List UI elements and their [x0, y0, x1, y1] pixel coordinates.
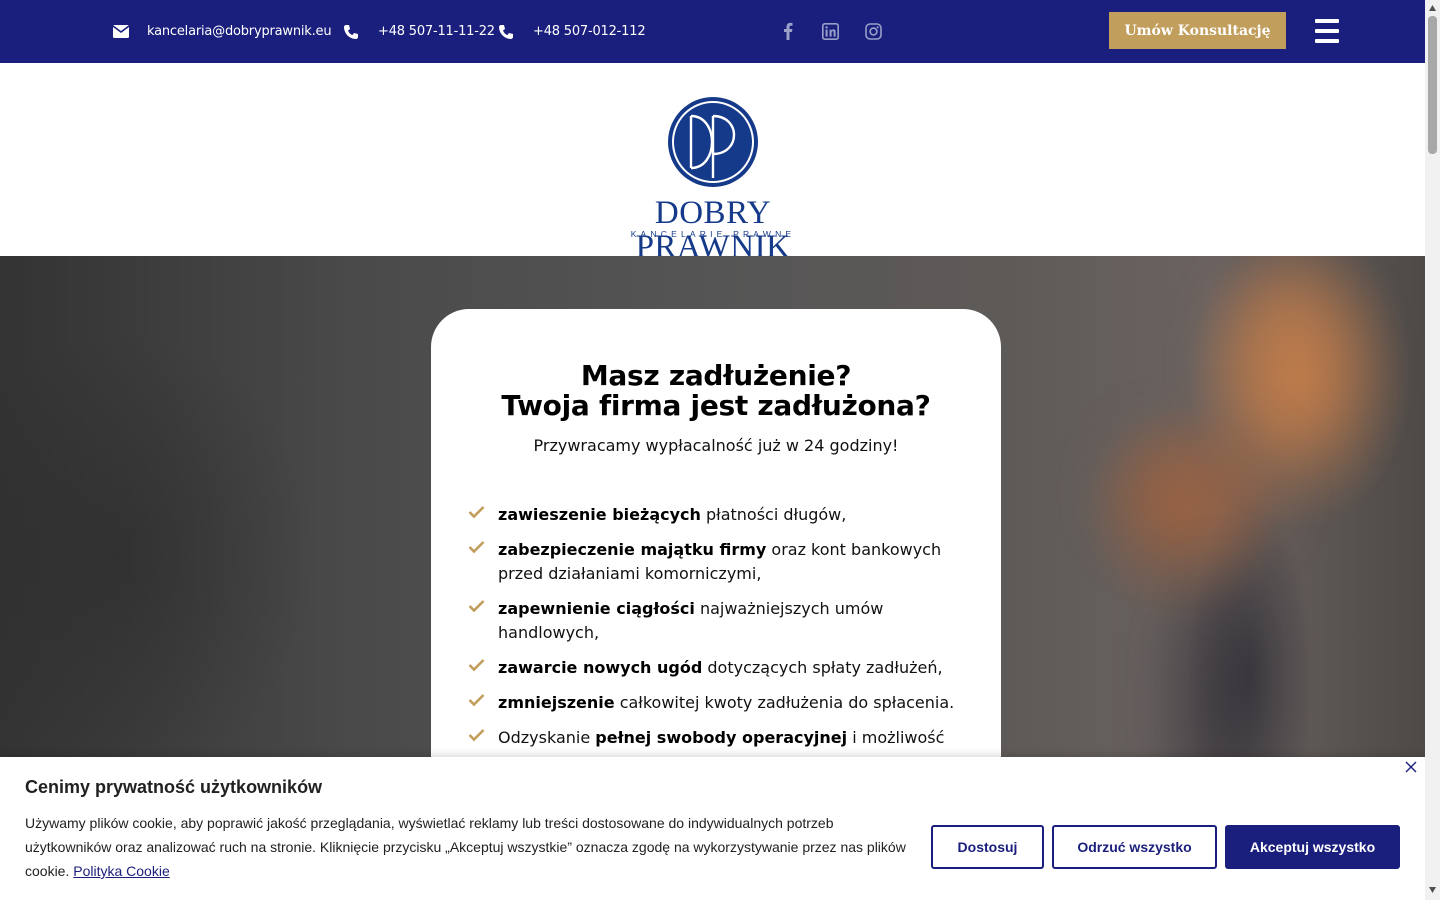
facebook-icon[interactable] — [777, 20, 799, 42]
scroll-down-arrow-icon[interactable] — [1428, 886, 1437, 894]
logo[interactable]: DOBRY PRAWNIK KANCELARIE PRAWNE — [590, 96, 836, 264]
phone-2-text: +48 507-012-112 — [533, 24, 646, 39]
check-icon — [468, 659, 485, 672]
list-item-bold: zabezpieczenie majątku firmy — [498, 540, 767, 559]
list-item-text: dotyczących spłaty zadłużeń, — [702, 658, 943, 677]
hero-title-line-1: Masz zadłużenie? — [580, 359, 852, 392]
phone-icon — [342, 23, 360, 41]
cookie-banner: Cenimy prywatność użytkowników Używamy p… — [0, 757, 1425, 900]
linkedin-icon[interactable] — [819, 20, 841, 42]
hero-title: Masz zadłużenie? Twoja firma jest zadłuż… — [431, 361, 1001, 421]
check-icon — [468, 729, 485, 742]
list-item-text: Odzyskanie — [498, 728, 596, 747]
top-bar: kancelaria@dobryprawnik.eu +48 507-11-11… — [0, 0, 1425, 63]
book-consultation-button[interactable]: Umów Konsultację — [1109, 12, 1286, 49]
list-item: Odzyskanie pełnej swobody operacyjnej i … — [468, 726, 968, 750]
contact-phone-1[interactable]: +48 507-11-11-22 — [342, 0, 495, 63]
hero-background-shape — [1230, 276, 1350, 456]
menu-icon[interactable] — [1315, 19, 1339, 43]
list-item: zabezpieczenie majątku firmy oraz kont b… — [468, 538, 968, 586]
scrollbar[interactable] — [1425, 0, 1440, 900]
instagram-icon[interactable] — [862, 20, 884, 42]
email-text: kancelaria@dobryprawnik.eu — [147, 24, 332, 39]
list-item: zawieszenie bieżących płatności długów, — [468, 503, 968, 527]
list-item-bold: pełnej swobody operacyjnej — [595, 728, 848, 747]
check-icon — [468, 694, 485, 707]
header: DOBRY PRAWNIK KANCELARIE PRAWNE — [0, 63, 1425, 264]
list-item: zmniejszenie całkowitej kwoty zadłużenia… — [468, 691, 968, 715]
check-icon — [468, 541, 485, 554]
envelope-icon — [112, 23, 130, 41]
hero-background-shape — [1120, 436, 1270, 546]
phone-icon — [497, 23, 515, 41]
close-icon[interactable] — [1404, 760, 1418, 774]
reject-all-button[interactable]: Odrzuć wszystko — [1052, 825, 1217, 869]
scroll-up-arrow-icon[interactable] — [1428, 4, 1437, 12]
list-item: zapewnienie ciągłości najważniejszych um… — [468, 597, 968, 645]
logo-emblem-icon — [668, 97, 758, 187]
phone-1-text: +48 507-11-11-22 — [378, 24, 495, 39]
check-icon — [468, 506, 485, 519]
contact-email[interactable]: kancelaria@dobryprawnik.eu — [112, 0, 332, 63]
list-item-bold: zawieszenie bieżących — [498, 505, 701, 524]
list-item-bold: zmniejszenie — [498, 693, 615, 712]
contact-phone-2[interactable]: +48 507-012-112 — [497, 0, 646, 63]
check-icon — [468, 600, 485, 613]
list-item-bold: zapewnienie ciągłości — [498, 599, 695, 618]
accept-all-button[interactable]: Akceptuj wszystko — [1225, 825, 1400, 869]
list-item-text: całkowitej kwoty zadłużenia do spłacenia… — [614, 693, 955, 712]
cookie-text: Używamy plików cookie, aby poprawić jako… — [25, 811, 915, 883]
list-item: zawarcie nowych ugód dotyczących spłaty … — [468, 656, 968, 680]
cookie-policy-link[interactable]: Polityka Cookie — [73, 863, 170, 879]
logo-tagline: KANCELARIE PRAWNE — [630, 229, 796, 239]
benefits-list: zawieszenie bieżących płatności długów, … — [468, 503, 968, 761]
hero-title-line-2: Twoja firma jest zadłużona? — [501, 389, 931, 422]
list-item-text: i możliwość — [847, 728, 945, 747]
list-item-bold: zawarcie nowych ugód — [498, 658, 703, 677]
cookie-title: Cenimy prywatność użytkowników — [25, 777, 323, 797]
scrollbar-thumb[interactable] — [1428, 16, 1437, 154]
list-item-text: płatności długów, — [700, 505, 847, 524]
hero-subtitle: Przywracamy wypłacalność już w 24 godzin… — [533, 436, 899, 455]
customize-button[interactable]: Dostosuj — [931, 825, 1044, 869]
